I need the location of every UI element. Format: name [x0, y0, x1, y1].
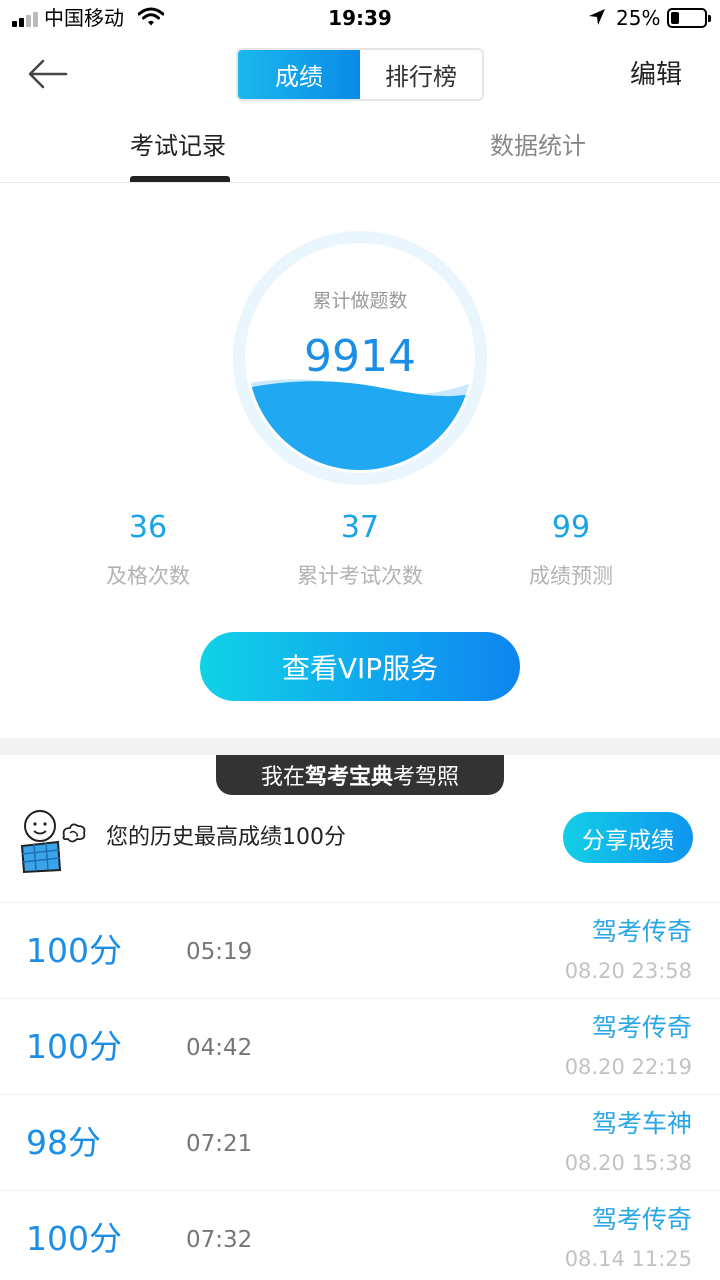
stat-label: 成绩预测	[529, 564, 613, 588]
exam-record-list: 100分 05:19 驾考传奇 08.20 23:58 100分 04:42 驾…	[0, 902, 720, 1280]
location-arrow-icon	[589, 9, 605, 25]
section-divider	[0, 738, 720, 755]
subtab-data-stats[interactable]: 数据统计	[490, 128, 586, 164]
subtab-exam-records[interactable]: 考试记录	[130, 128, 226, 164]
record-score: 100分	[26, 1219, 122, 1258]
stat-value: 99	[551, 510, 591, 545]
list-item[interactable]: 100分 05:19 驾考传奇 08.20 23:58	[0, 902, 720, 998]
share-score-button[interactable]: 分享成绩	[563, 812, 693, 863]
battery-icon	[667, 8, 711, 28]
record-time: 08.20 15:38	[564, 1151, 692, 1175]
stat-value: 36	[128, 510, 168, 545]
stat-label: 累计考试次数	[297, 564, 423, 588]
list-item[interactable]: 98分 07:21 驾考车神 08.20 15:38	[0, 1094, 720, 1190]
record-time: 08.20 23:58	[564, 959, 692, 983]
segmented-control: 成绩 排行榜	[236, 48, 484, 101]
battery-percent: 25%	[616, 6, 661, 30]
edit-button[interactable]: 编辑	[630, 58, 682, 92]
tab-leaderboard[interactable]: 排行榜	[360, 50, 482, 99]
stat-score-forecast: 99 成绩预测	[471, 508, 671, 590]
tab-score[interactable]: 成绩	[238, 50, 360, 99]
status-time: 19:39	[328, 6, 392, 30]
record-duration: 04:42	[186, 1035, 253, 1061]
vip-service-button[interactable]: 查看VIP服务	[200, 632, 520, 701]
back-arrow-icon[interactable]	[26, 56, 70, 92]
banner-prefix: 我在	[260, 765, 305, 790]
gauge-value: 9914	[304, 331, 416, 382]
divider	[0, 182, 720, 183]
record-time: 08.20 22:19	[564, 1055, 692, 1079]
stat-total-exams: 37 累计考试次数	[260, 508, 460, 590]
record-score: 100分	[26, 1027, 122, 1066]
list-item[interactable]: 100分 04:42 驾考传奇 08.20 22:19	[0, 998, 720, 1094]
list-item[interactable]: 100分 07:32 驾考传奇 08.14 11:25	[0, 1190, 720, 1280]
battery-fill	[671, 12, 679, 24]
banner-brand: 驾考宝典	[304, 765, 393, 790]
record-duration: 07:21	[186, 1131, 253, 1157]
mascot-icon	[20, 810, 86, 874]
stat-pass-count: 36 及格次数	[48, 508, 248, 590]
record-title: 驾考传奇	[591, 1205, 692, 1234]
record-score: 100分	[26, 931, 122, 970]
best-score-text: 您的历史最高成绩100分	[106, 825, 346, 850]
record-duration: 07:32	[186, 1227, 253, 1253]
status-bar: 中国移动 19:39 25%	[0, 0, 720, 36]
record-duration: 05:19	[186, 939, 253, 965]
banner-suffix: 考驾照	[393, 765, 460, 790]
record-score: 98分	[26, 1123, 101, 1162]
record-title: 驾考传奇	[591, 917, 692, 946]
record-title: 驾考车神	[591, 1109, 692, 1138]
gauge-label: 累计做题数	[312, 290, 408, 312]
record-title: 驾考传奇	[591, 1013, 692, 1042]
brand-banner: 我在 驾考宝典 考驾照	[216, 755, 504, 795]
record-time: 08.14 11:25	[564, 1247, 692, 1271]
stat-value: 37	[340, 510, 380, 545]
stat-label: 及格次数	[106, 564, 190, 588]
